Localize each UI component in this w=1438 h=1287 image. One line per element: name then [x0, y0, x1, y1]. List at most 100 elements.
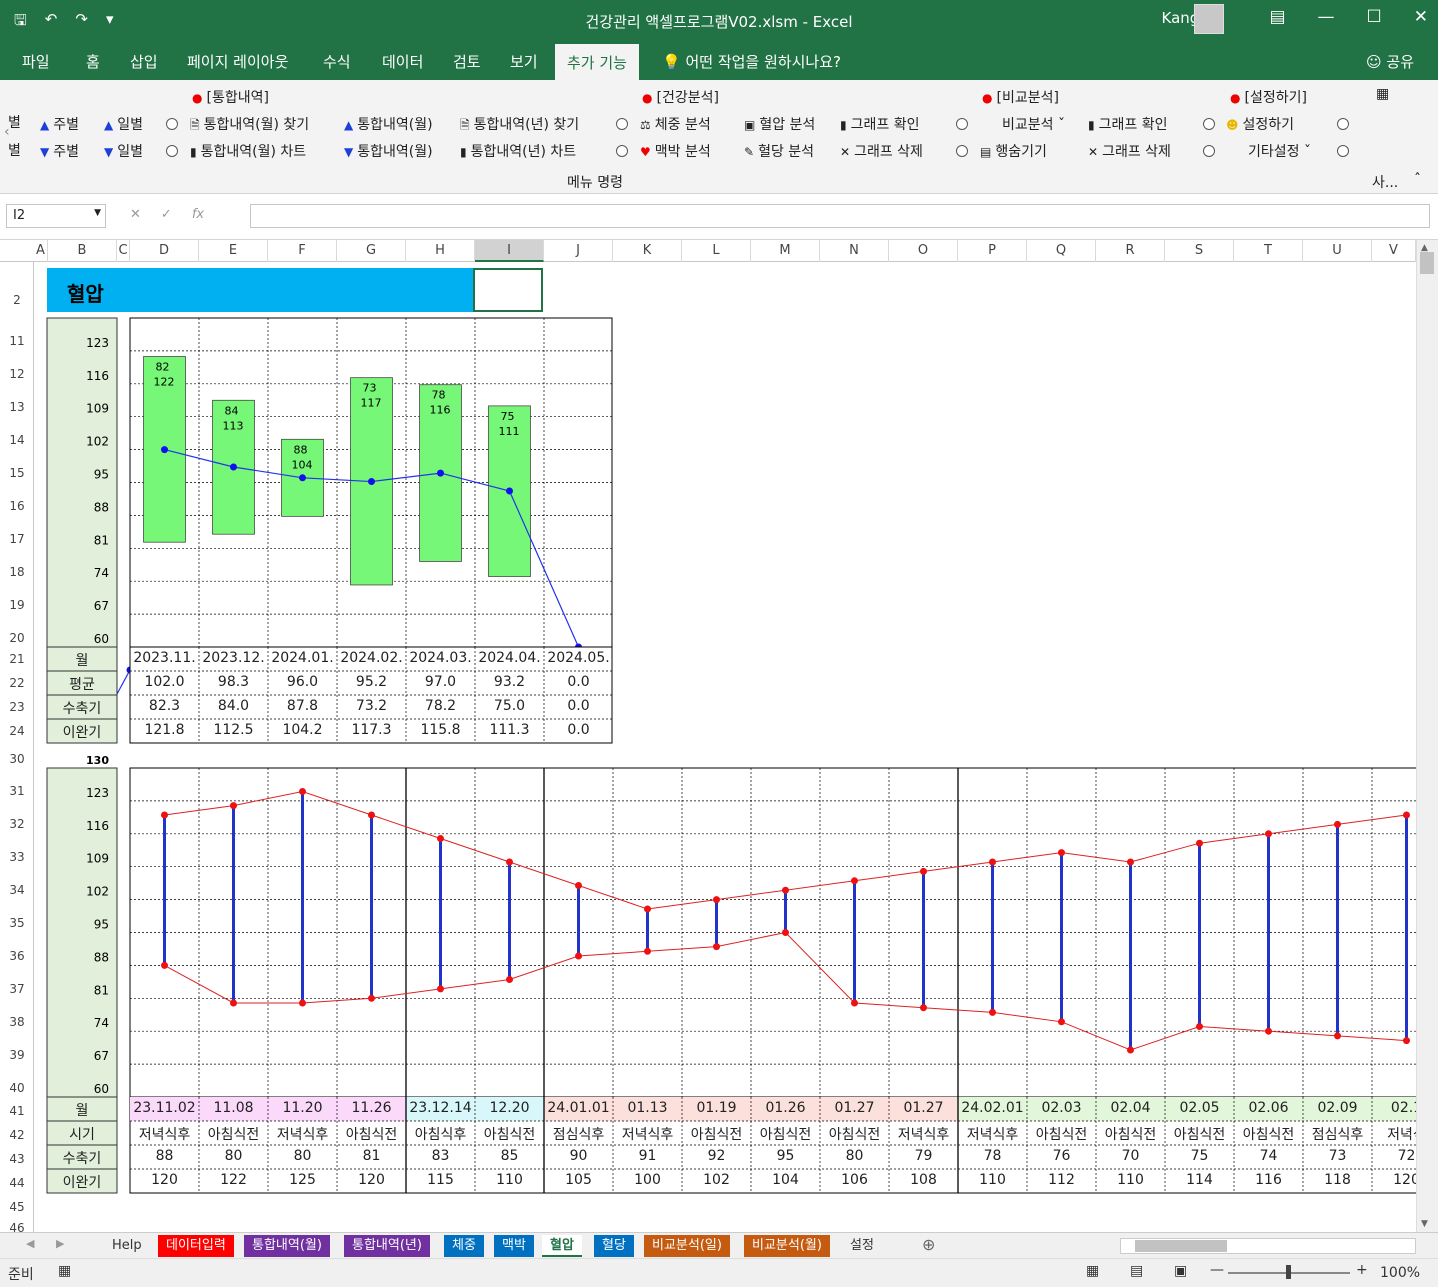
row-header[interactable]: 15 [0, 462, 34, 484]
row-header[interactable]: 41 [0, 1100, 34, 1122]
int-month-up-button[interactable]: ▲ 통합내역(월) [344, 114, 433, 134]
ribbon-display-icon[interactable]: ▤ [1269, 7, 1285, 27]
sheet-tab[interactable]: 비교분석(일) [644, 1235, 730, 1257]
find-month-button[interactable]: 🗎 통합내역(월) 찾기 [190, 114, 309, 137]
sheet-tab[interactable]: 설정 [842, 1235, 882, 1257]
tab-page-layout[interactable]: 페이지 레이아웃 [187, 51, 288, 72]
normal-view-icon[interactable]: ▦ [1086, 1263, 1099, 1279]
find-year-button[interactable]: 🗎 통합내역(년) 찾기 [460, 114, 579, 137]
radio-9[interactable] [1337, 118, 1349, 130]
row-header[interactable]: 12 [0, 363, 34, 385]
tab-insert[interactable]: 삽입 [130, 51, 158, 72]
column-header-i[interactable]: I [475, 240, 544, 262]
radio-10[interactable] [1337, 145, 1349, 157]
column-header-k[interactable]: K [613, 240, 682, 262]
collapse-ribbon-icon[interactable]: ˆ [1414, 172, 1421, 188]
sheet-tab[interactable]: 데이터입력 [158, 1235, 234, 1257]
radio-6[interactable] [956, 145, 968, 157]
minimize-icon[interactable]: — [1318, 7, 1335, 27]
row-header[interactable]: 17 [0, 528, 34, 550]
hide-rows-button[interactable]: ▤ 행숨기기 [980, 141, 1047, 161]
column-header-n[interactable]: N [820, 240, 889, 262]
column-header-m[interactable]: M [751, 240, 820, 262]
int-month-down-button[interactable]: ▼ 통합내역(월) [344, 141, 433, 161]
scroll-thumb[interactable] [1420, 252, 1434, 274]
column-header-l[interactable]: L [682, 240, 751, 262]
row-header[interactable]: 37 [0, 978, 34, 1000]
row-header[interactable]: 23 [0, 696, 34, 718]
column-header-f[interactable]: F [268, 240, 337, 262]
row-header[interactable]: 2 [0, 288, 34, 312]
weekly-up-button[interactable]: ▲ 주별 [40, 114, 79, 134]
formula-input[interactable] [250, 204, 1430, 228]
radio-4[interactable] [616, 145, 628, 157]
tab-data[interactable]: 데이터 [382, 51, 423, 72]
bp-analysis-button[interactable]: ▣ 혈압 분석 [744, 114, 815, 134]
graph-check-button-2[interactable]: ▮ 그래프 확인 [1088, 114, 1167, 134]
sheet-tab[interactable]: 통합내역(월) [244, 1235, 330, 1257]
sheet-tab[interactable]: 통합내역(년) [344, 1235, 430, 1257]
column-header-u[interactable]: U [1303, 240, 1372, 262]
row-header[interactable]: 24 [0, 720, 34, 742]
column-header-h[interactable]: H [406, 240, 475, 262]
radio-1[interactable] [166, 118, 178, 130]
tab-review[interactable]: 검토 [453, 51, 481, 72]
column-header-t[interactable]: T [1234, 240, 1303, 262]
row-header[interactable]: 39 [0, 1044, 34, 1066]
vertical-scrollbar[interactable]: ▲ ▼ [1416, 240, 1438, 1232]
scroll-down-icon[interactable]: ▼ [1421, 1219, 1428, 1229]
fx-icon[interactable]: fx [192, 207, 204, 222]
row-header[interactable]: 22 [0, 672, 34, 694]
graph-delete-button[interactable]: ✕ 그래프 삭제 [840, 141, 923, 161]
row-header[interactable]: 16 [0, 495, 34, 517]
sheet-tab[interactable]: Help [104, 1235, 150, 1257]
row-header[interactable]: 21 [0, 648, 34, 670]
tab-file[interactable]: 파일 [22, 51, 50, 72]
sheet-tab[interactable]: 비교분석(월) [744, 1235, 830, 1257]
close-icon[interactable]: ✕ [1414, 7, 1428, 27]
tell-me-box[interactable]: 💡 어떤 작업을 원하시나요? [662, 51, 841, 72]
row-header[interactable]: 44 [0, 1172, 34, 1194]
hscroll-thumb[interactable] [1135, 1240, 1227, 1252]
row-header[interactable]: 36 [0, 945, 34, 967]
tab-scroll-right-icon[interactable]: ▶ [56, 1237, 64, 1250]
zoom-in-icon[interactable]: + [1356, 1262, 1368, 1278]
column-header-v[interactable]: V [1372, 240, 1416, 262]
zoom-out-icon[interactable]: — [1210, 1262, 1224, 1278]
column-header-g[interactable]: G [337, 240, 406, 262]
sugar-analysis-button[interactable]: ✎ 혈당 분석 [744, 141, 814, 161]
row-header[interactable]: 40 [0, 1077, 34, 1099]
column-header-p[interactable]: P [958, 240, 1027, 262]
row-header[interactable]: 33 [0, 846, 34, 868]
row-header[interactable]: 32 [0, 813, 34, 835]
tab-home[interactable]: 홈 [86, 51, 100, 72]
chart-year-button[interactable]: ▮ 통합내역(년) 차트 [460, 141, 576, 161]
daily-down-button[interactable]: ▼ 일별 [104, 141, 143, 161]
column-header-e[interactable]: E [199, 240, 268, 262]
radio-7[interactable] [1203, 118, 1215, 130]
radio-3[interactable] [616, 118, 628, 130]
radio-2[interactable] [166, 145, 178, 157]
row-header[interactable]: 13 [0, 396, 34, 418]
column-header-q[interactable]: Q [1027, 240, 1096, 262]
zoom-slider-thumb[interactable] [1286, 1265, 1291, 1279]
weekly-down-button[interactable]: ▼ 주별 [40, 141, 79, 161]
maximize-icon[interactable]: ☐ [1367, 7, 1382, 27]
chart-month-button[interactable]: ▮ 통합내역(월) 차트 [190, 141, 306, 161]
macro-record-icon[interactable]: ▦ [58, 1263, 71, 1279]
row-header[interactable]: 42 [0, 1124, 34, 1146]
other-setup-dropdown[interactable]: 기타설정 ˇ [1248, 141, 1311, 161]
row-header[interactable]: 11 [0, 330, 34, 352]
sheet-tab[interactable]: 혈압 [542, 1235, 582, 1257]
column-header-a[interactable]: A [34, 240, 48, 262]
row-header[interactable]: 14 [0, 429, 34, 451]
row-header[interactable]: 18 [0, 561, 34, 583]
column-header-b[interactable]: B [48, 240, 117, 262]
row-header[interactable]: 35 [0, 912, 34, 934]
tab-formulas[interactable]: 수식 [323, 51, 351, 72]
column-header-s[interactable]: S [1165, 240, 1234, 262]
horizontal-scrollbar[interactable] [1120, 1238, 1416, 1254]
grid-icon[interactable]: ▦ [1376, 86, 1389, 102]
row-header[interactable]: 31 [0, 780, 34, 802]
name-box[interactable]: I2 ▼ [6, 204, 106, 228]
